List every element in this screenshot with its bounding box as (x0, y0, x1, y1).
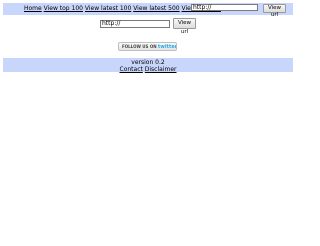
contact-link[interactable]: Contact (120, 66, 143, 73)
follow-label: FOLLOW US ON (122, 44, 157, 49)
disclaimer-link[interactable]: Disclaimer (145, 66, 177, 73)
footer-links: Contact Disclaimer (0, 66, 296, 73)
main-view-url-button[interactable]: View url (173, 18, 196, 35)
nav-home-link[interactable]: Home (24, 5, 42, 12)
top-url-input[interactable]: http:// (191, 4, 258, 11)
top-view-url-button[interactable]: View url (263, 4, 286, 18)
nav-latest-100-link[interactable]: View latest 100 (85, 5, 131, 12)
main-url-input[interactable]: http:// (100, 20, 170, 28)
twitter-logo-text: twitter (157, 44, 177, 50)
follow-twitter-button[interactable]: FOLLOW US ON twitter (118, 42, 177, 51)
version-text: version 0.2 (131, 59, 165, 66)
nav-latest-500-link[interactable]: View latest 500 (133, 5, 179, 12)
nav-top-100-link[interactable]: View top 100 (44, 5, 83, 12)
